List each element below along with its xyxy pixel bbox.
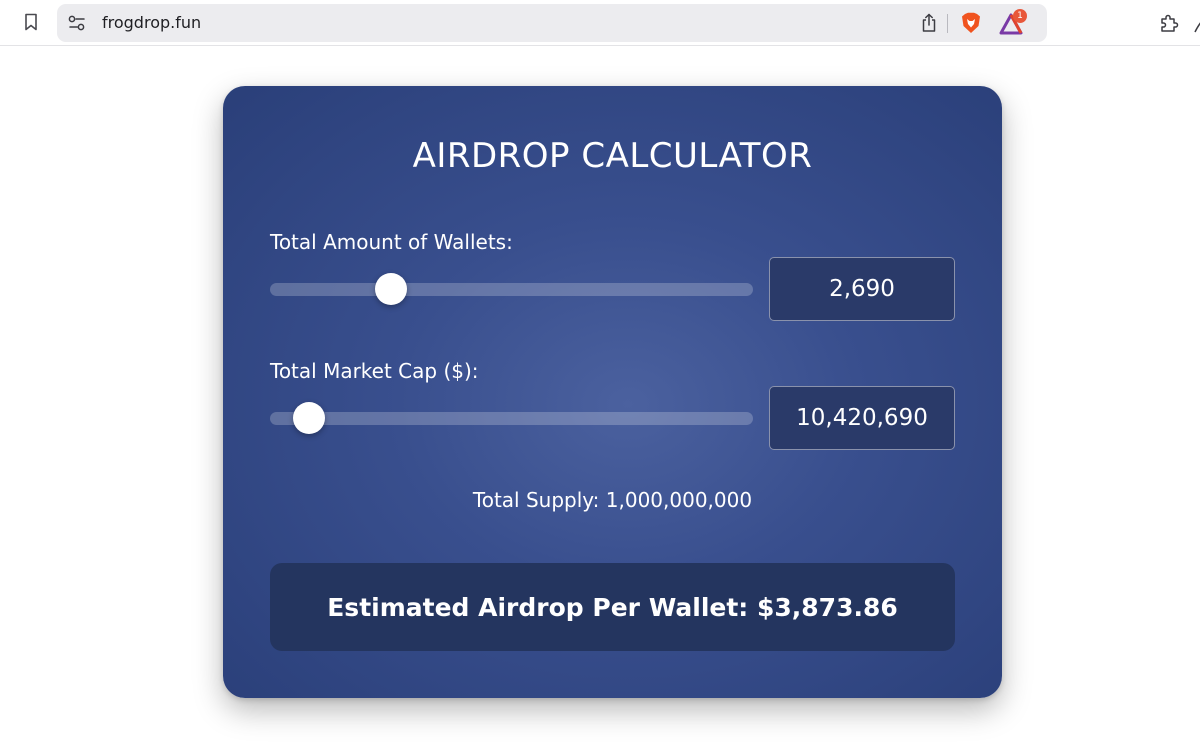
- market-cap-slider-thumb[interactable]: [292, 402, 325, 434]
- market-cap-label: Total Market Cap ($):: [270, 359, 479, 383]
- wallets-slider[interactable]: [270, 273, 753, 305]
- wallets-slider-thumb[interactable]: [374, 273, 407, 305]
- bookmark-icon[interactable]: [20, 11, 42, 33]
- wallets-label: Total Amount of Wallets:: [270, 230, 513, 254]
- estimated-airdrop-text: Estimated Airdrop Per Wallet: $3,873.86: [327, 592, 898, 622]
- rewards-badge: 1: [1013, 9, 1027, 23]
- overflow-menu-icon[interactable]: [1193, 14, 1200, 36]
- total-supply-text: Total Supply: 1,000,000,000: [472, 488, 753, 512]
- estimated-airdrop-result: Estimated Airdrop Per Wallet: $3,873.86: [270, 563, 955, 651]
- brave-shield-icon[interactable]: [960, 11, 982, 35]
- urlbar-divider: [947, 14, 948, 33]
- wallets-input[interactable]: 2,690: [769, 257, 955, 321]
- extensions-icon[interactable]: [1158, 12, 1180, 34]
- address-bar[interactable]: frogdrop.fun 1: [57, 4, 1047, 42]
- market-cap-slider[interactable]: [270, 402, 753, 434]
- airdrop-calculator-card: AIRDROP CALCULATOR Total Amount of Walle…: [223, 86, 1002, 698]
- share-icon[interactable]: [919, 11, 939, 35]
- calculator-title: AIRDROP CALCULATOR: [412, 136, 813, 176]
- browser-toolbar: frogdrop.fun 1: [0, 0, 1200, 46]
- url-text[interactable]: frogdrop.fun: [102, 13, 201, 33]
- brave-rewards-icon[interactable]: 1: [999, 9, 1027, 36]
- site-settings-icon[interactable]: [67, 12, 87, 34]
- market-cap-input[interactable]: 10,420,690: [769, 386, 955, 450]
